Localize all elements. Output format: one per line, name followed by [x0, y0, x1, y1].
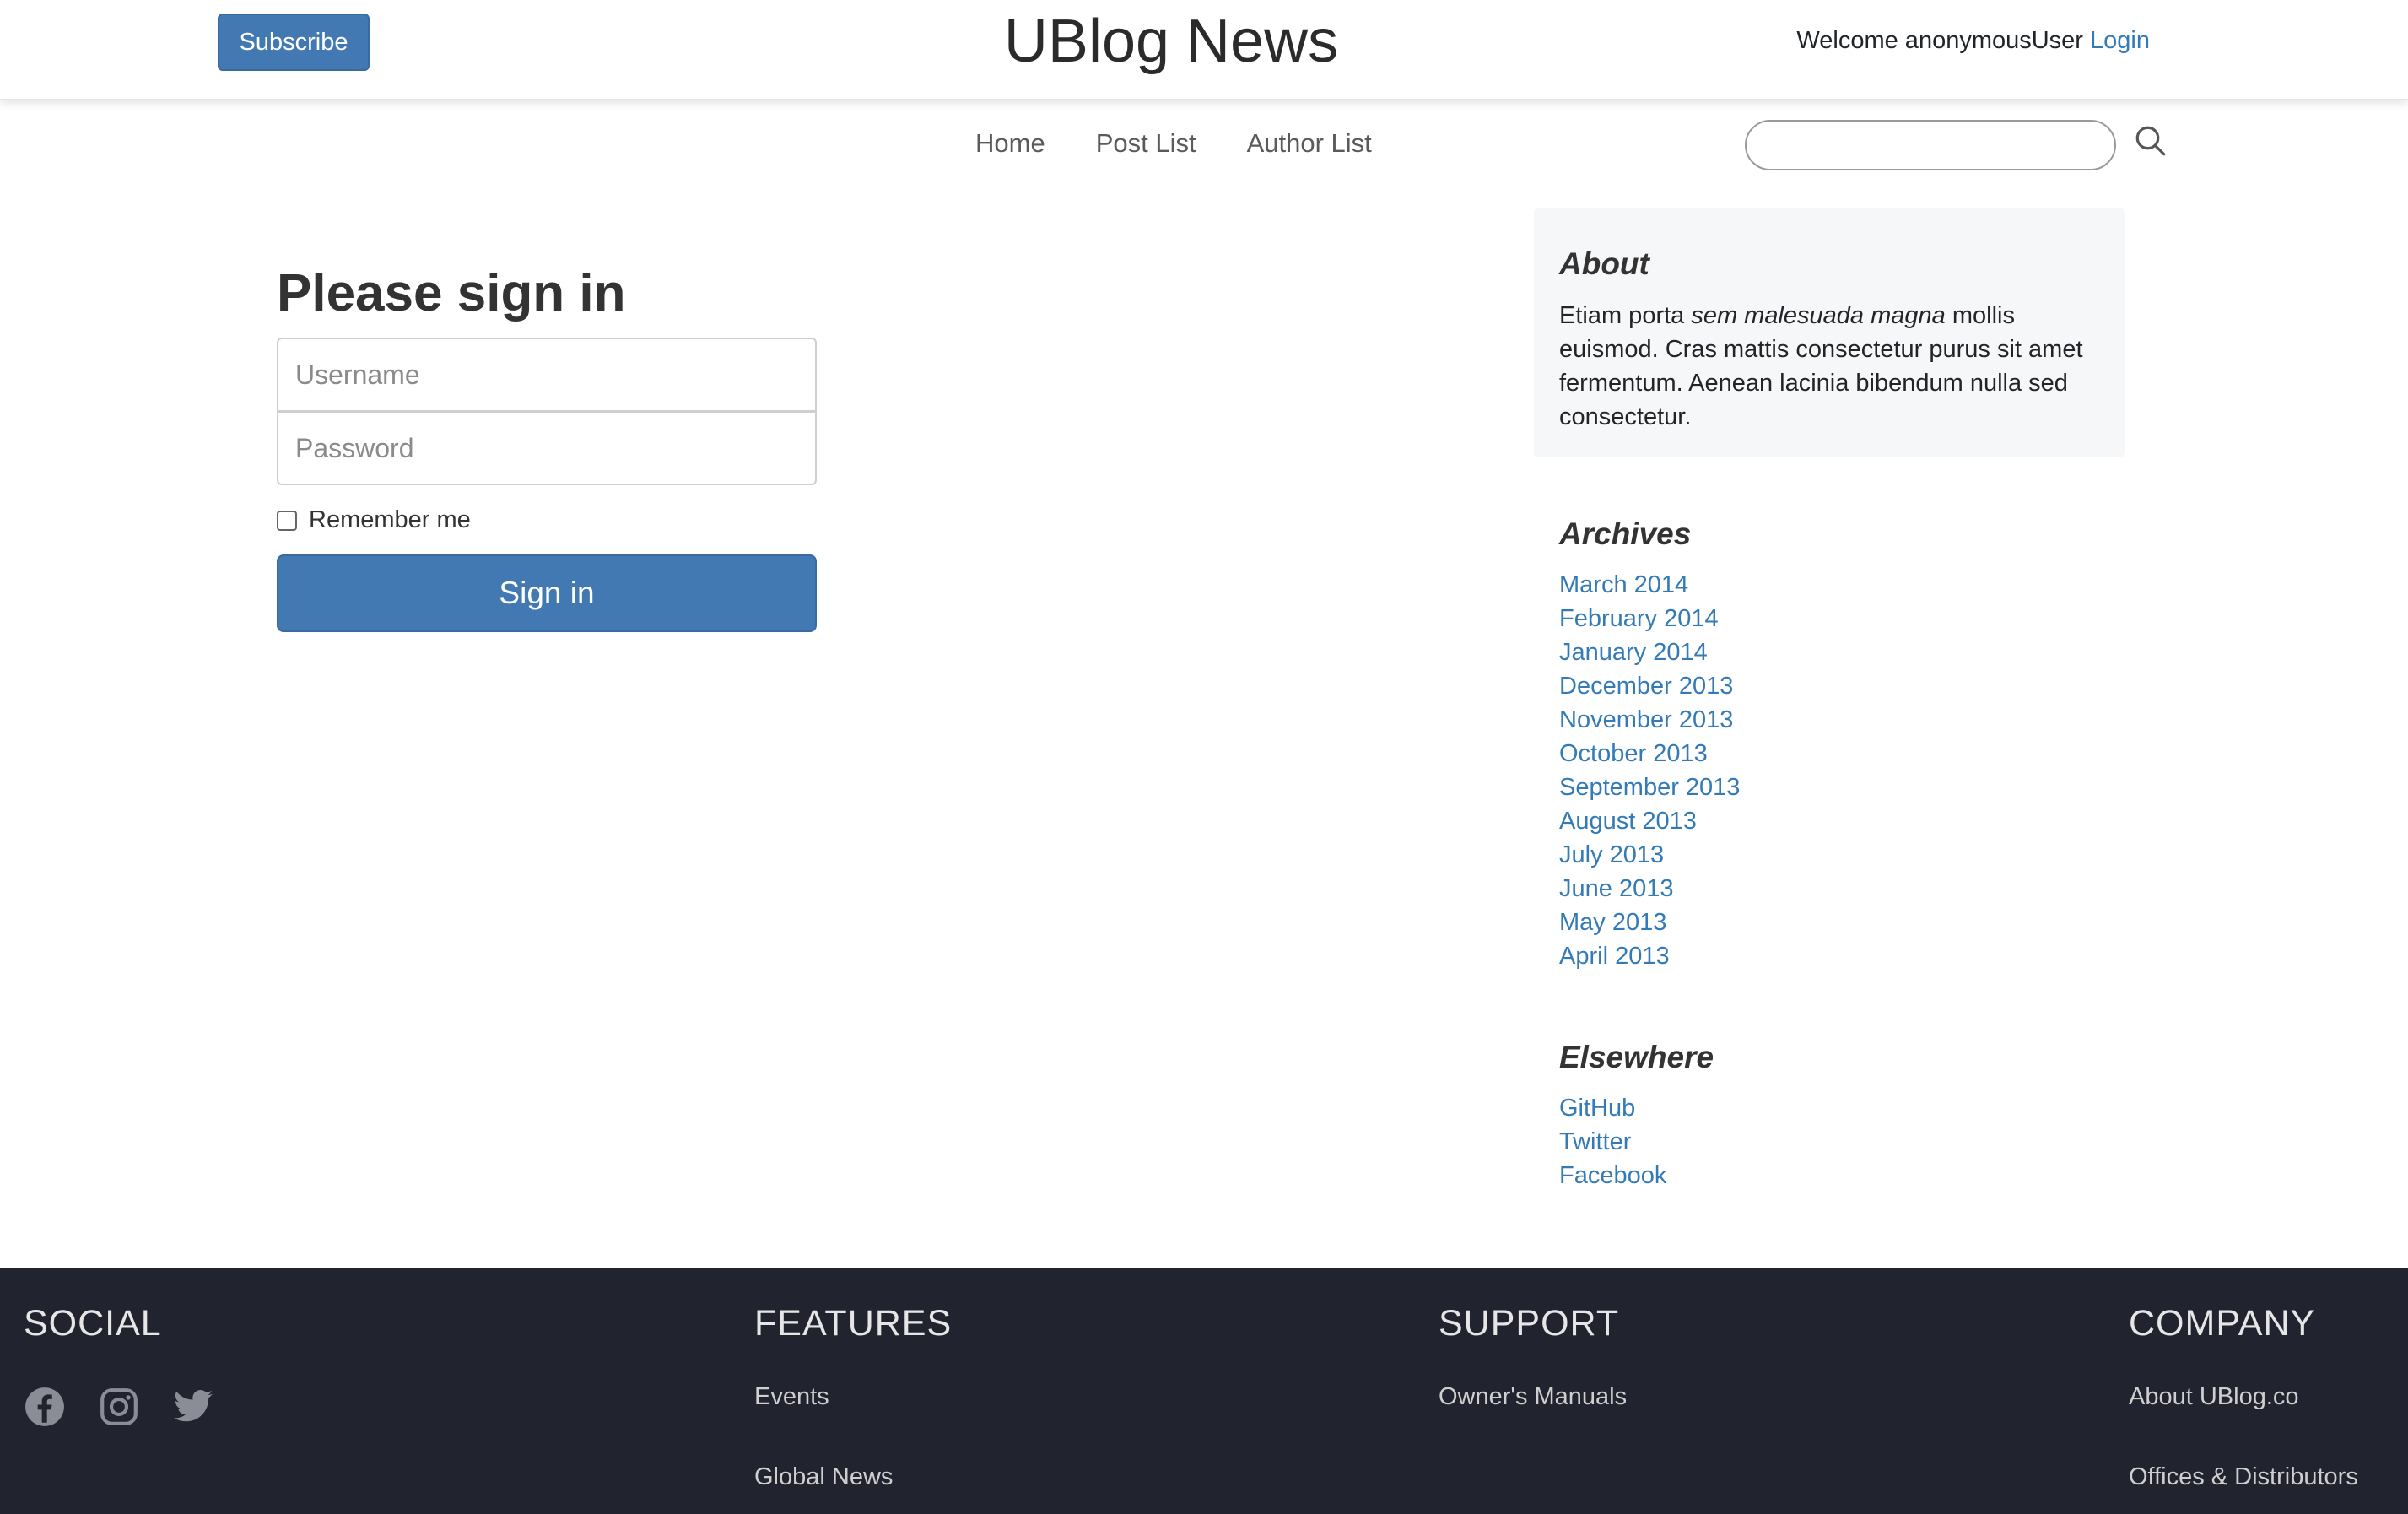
archive-item: August 2013: [1559, 804, 1740, 838]
archive-item: February 2014: [1559, 602, 1740, 635]
archive-item: June 2013: [1559, 872, 1740, 906]
nav-home[interactable]: Home: [975, 128, 1045, 159]
remember-me[interactable]: Remember me: [277, 506, 471, 534]
footer-social: SOCIAL: [24, 1303, 162, 1344]
footer-features: FEATURES Events Global News: [754, 1303, 952, 1491]
archive-link[interactable]: May 2013: [1559, 909, 1666, 936]
search-icon[interactable]: [2133, 123, 2168, 159]
footer-link-about[interactable]: About UBlog.co: [2129, 1383, 2358, 1411]
footer-link-global-news[interactable]: Global News: [754, 1463, 952, 1491]
sign-in-button[interactable]: Sign in: [277, 554, 817, 632]
social-icons: [24, 1386, 214, 1428]
search-input[interactable]: [1745, 120, 2116, 170]
archive-item: November 2013: [1559, 703, 1740, 737]
facebook-link[interactable]: Facebook: [1559, 1162, 1666, 1189]
remember-me-checkbox[interactable]: [277, 510, 297, 531]
welcome-text: Welcome anonymousUser: [1796, 27, 2083, 54]
archive-item: July 2013: [1559, 838, 1740, 872]
footer-link-offices[interactable]: Offices & Distributors: [2129, 1463, 2358, 1491]
footer-support: SUPPORT Owner's Manuals: [1439, 1303, 1627, 1411]
archive-item: September 2013: [1559, 771, 1740, 804]
archive-item: May 2013: [1559, 906, 1740, 939]
footer-link-events[interactable]: Events: [754, 1383, 952, 1411]
welcome-area: Welcome anonymousUser Login: [1796, 27, 2150, 55]
about-text-start: Etiam porta: [1559, 302, 1692, 329]
elsewhere-item: Twitter: [1559, 1125, 1666, 1159]
main-nav: Home Post List Author List: [975, 128, 1372, 159]
page: Subscribe UBlog News Welcome anonymousUs…: [0, 0, 2408, 1514]
signin-heading: Please sign in: [277, 264, 626, 322]
archive-link[interactable]: November 2013: [1559, 706, 1733, 733]
login-link[interactable]: Login: [2090, 27, 2150, 54]
archive-link[interactable]: October 2013: [1559, 740, 1708, 767]
elsewhere-item: Facebook: [1559, 1159, 1666, 1192]
archives-heading: Archives: [1559, 516, 1692, 551]
archive-item: April 2013: [1559, 939, 1740, 973]
archive-item: January 2014: [1559, 635, 1740, 669]
instagram-icon[interactable]: [98, 1386, 140, 1428]
archive-link[interactable]: February 2014: [1559, 605, 1719, 632]
site-footer: SOCIAL FEATURES Events Global News SUPPO…: [0, 1268, 2408, 1514]
about-text-emphasis: sem malesuada magna: [1691, 302, 1946, 329]
archive-item: October 2013: [1559, 737, 1740, 771]
archive-item: December 2013: [1559, 669, 1740, 703]
about-text: Etiam porta sem malesuada magna mollis e…: [1559, 299, 2108, 434]
elsewhere-item: GitHub: [1559, 1091, 1666, 1125]
archive-link[interactable]: July 2013: [1559, 841, 1664, 868]
archive-link[interactable]: September 2013: [1559, 774, 1740, 801]
archives-list: March 2014 February 2014 January 2014 De…: [1559, 568, 1740, 973]
archive-link[interactable]: January 2014: [1559, 639, 1708, 666]
archive-link[interactable]: August 2013: [1559, 808, 1697, 835]
archive-link[interactable]: April 2013: [1559, 943, 1670, 970]
site-header: Subscribe UBlog News Welcome anonymousUs…: [0, 0, 2408, 100]
footer-company-heading: COMPANY: [2129, 1303, 2316, 1344]
elsewhere-heading: Elsewhere: [1559, 1040, 1714, 1074]
archive-item: March 2014: [1559, 568, 1740, 602]
github-link[interactable]: GitHub: [1559, 1095, 1635, 1122]
archive-link[interactable]: June 2013: [1559, 875, 1673, 902]
nav-post-list[interactable]: Post List: [1096, 128, 1196, 159]
about-panel: About Etiam porta sem malesuada magna mo…: [1534, 208, 2125, 457]
about-heading: About: [1559, 246, 1649, 281]
twitter-icon[interactable]: [172, 1386, 214, 1428]
username-field[interactable]: [277, 338, 817, 412]
password-field[interactable]: [277, 411, 817, 485]
footer-link-owners-manuals[interactable]: Owner's Manuals: [1439, 1383, 1627, 1411]
twitter-link[interactable]: Twitter: [1559, 1128, 1631, 1155]
elsewhere-list: GitHub Twitter Facebook: [1559, 1091, 1666, 1192]
remember-me-label: Remember me: [309, 506, 471, 533]
facebook-icon[interactable]: [24, 1386, 66, 1428]
footer-social-heading: SOCIAL: [24, 1303, 162, 1344]
nav-author-list[interactable]: Author List: [1247, 128, 1372, 159]
archive-link[interactable]: March 2014: [1559, 571, 1688, 598]
footer-features-heading: FEATURES: [754, 1303, 953, 1344]
footer-company: COMPANY About UBlog.co Offices & Distrib…: [2129, 1303, 2358, 1491]
footer-support-heading: SUPPORT: [1439, 1303, 1620, 1344]
archive-link[interactable]: December 2013: [1559, 673, 1733, 700]
